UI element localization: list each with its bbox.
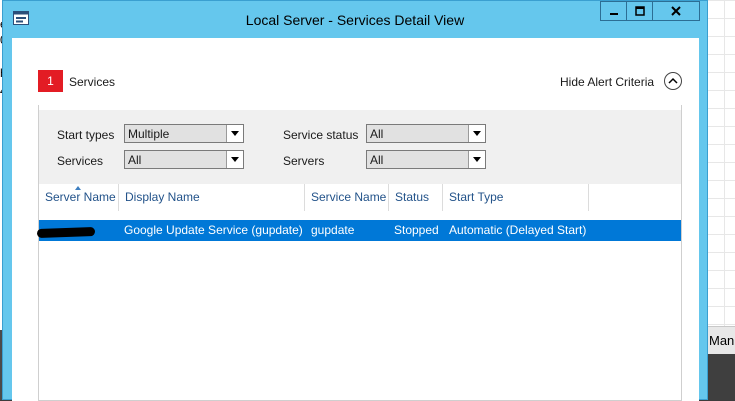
servers-dropdown[interactable]: All — [366, 150, 486, 169]
chevron-down-icon — [226, 151, 243, 168]
column-header-start-type[interactable]: Start Type — [443, 184, 589, 211]
background-taskbar-right — [706, 354, 735, 400]
dialog-content: 1 Services Hide Alert Criteria Start typ… — [12, 38, 699, 401]
servers-label: Servers — [283, 154, 325, 168]
start-types-label: Start types — [57, 128, 115, 142]
services-detail-window: Local Server - Services Detail View 1 Se… — [2, 0, 708, 401]
service-name-cell: gupdate — [311, 223, 355, 237]
status-cell: Stopped — [394, 223, 439, 237]
services-value: All — [128, 153, 142, 167]
column-header-server-name[interactable]: Server Name — [39, 184, 119, 211]
maximize-icon — [634, 6, 645, 16]
sort-ascending-icon — [75, 186, 81, 190]
column-header-service-name[interactable]: Service Name — [305, 184, 389, 211]
display-name-cell: Google Update Service (gupdate) — [124, 223, 303, 237]
start-types-dropdown[interactable]: Multiple — [124, 124, 244, 143]
minimize-icon — [609, 13, 618, 15]
column-header-label: Service Name — [311, 190, 387, 204]
chevron-down-icon — [468, 151, 485, 168]
background-manager-label: Man — [709, 333, 735, 348]
close-button[interactable] — [652, 1, 700, 21]
column-header-status[interactable]: Status — [389, 184, 443, 211]
hide-alert-criteria-link[interactable]: Hide Alert Criteria — [560, 75, 654, 89]
alert-criteria-filters: Start types Multiple Service status All … — [39, 110, 681, 184]
services-dropdown[interactable]: All — [124, 150, 244, 169]
maximize-button[interactable] — [626, 1, 653, 21]
service-status-dropdown[interactable]: All — [366, 124, 486, 143]
minimize-button[interactable] — [600, 1, 627, 21]
redaction-mark — [36, 226, 96, 239]
column-header-label: Display Name — [125, 190, 200, 204]
background-grid — [706, 0, 735, 330]
service-status-label: Service status — [283, 128, 359, 142]
alert-category-label: Services — [69, 75, 116, 89]
chevron-up-icon — [668, 77, 678, 84]
background-panel-strip: Man — [706, 326, 735, 355]
close-icon — [671, 6, 681, 16]
alert-count-badge: 1 — [38, 70, 63, 92]
collapse-criteria-button[interactable] — [664, 72, 682, 90]
services-label: Services — [57, 154, 104, 168]
start-type-cell: Automatic (Delayed Start) — [449, 223, 587, 237]
column-header-label: Server Name — [45, 190, 116, 204]
column-header-label: Start Type — [449, 190, 504, 204]
column-header-display-name[interactable]: Display Name — [119, 184, 305, 211]
alert-details-panel: Start types Multiple Service status All … — [36, 105, 682, 401]
table-row[interactable]: Google Update Service (gupdate) gupdate … — [36, 220, 681, 241]
servers-value: All — [370, 153, 384, 167]
start-types-value: Multiple — [128, 127, 170, 141]
service-status-value: All — [370, 127, 384, 141]
chevron-down-icon — [226, 125, 243, 142]
chevron-down-icon — [468, 125, 485, 142]
column-header-label: Status — [395, 190, 430, 204]
